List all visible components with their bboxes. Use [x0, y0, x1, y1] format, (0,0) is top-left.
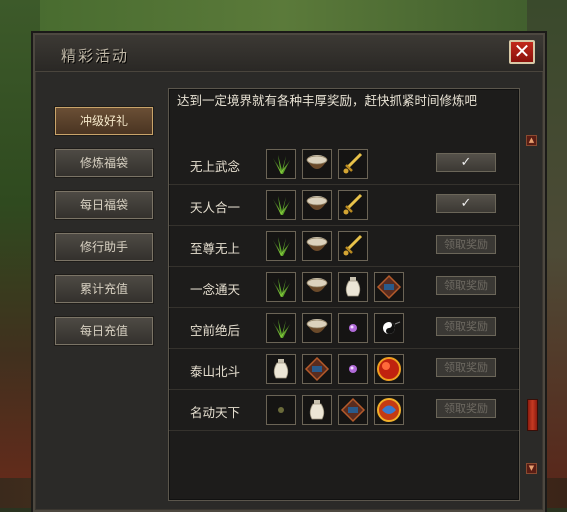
- scroll-down-arrow[interactable]: ▼: [526, 463, 537, 474]
- reward-row: 天人合一 ✓: [169, 185, 519, 226]
- claim-reward-button[interactable]: 领取奖励: [436, 235, 496, 254]
- red-orb-icon[interactable]: [374, 354, 404, 384]
- reward-row-label: 空前绝后: [190, 323, 241, 338]
- sidebar-item-daily-recharge[interactable]: 每日充值: [55, 317, 153, 345]
- bowl-icon[interactable]: [302, 231, 332, 261]
- scrollbar[interactable]: ▲ ▼: [526, 135, 538, 475]
- pearl-icon[interactable]: [338, 313, 368, 343]
- bowl-icon[interactable]: [302, 313, 332, 343]
- grass-icon[interactable]: [266, 190, 296, 220]
- claimed-button[interactable]: ✓: [436, 194, 496, 213]
- sidebar-item-cumulative-recharge[interactable]: 累计充值: [55, 275, 153, 303]
- claimed-button[interactable]: ✓: [436, 153, 496, 172]
- reward-row: 至尊无上 领取奖励: [169, 226, 519, 267]
- sword-icon[interactable]: [338, 149, 368, 179]
- reward-row-label: 名动天下: [190, 405, 241, 420]
- reward-row-label: 至尊无上: [190, 241, 241, 256]
- window-titlebar[interactable]: 精彩活动 ✕: [35, 35, 543, 72]
- vase-icon[interactable]: [302, 395, 332, 425]
- bowl-icon[interactable]: [302, 190, 332, 220]
- claim-reward-button[interactable]: 领取奖励: [436, 358, 496, 377]
- reward-panel: 达到一定境界就有各种丰厚奖励，赶快抓紧时间修炼吧 无上武念 ✓ 天人合一 ✓ 至尊无上领…: [168, 88, 520, 501]
- reward-row: 一念通天 领取奖励: [169, 267, 519, 308]
- claim-reward-button[interactable]: 领取奖励: [436, 317, 496, 336]
- grass-icon[interactable]: [266, 149, 296, 179]
- sword-icon[interactable]: [338, 231, 368, 261]
- pearl-icon[interactable]: [338, 354, 368, 384]
- reward-row-label: 一念通天: [190, 282, 241, 297]
- bowl-icon[interactable]: [302, 272, 332, 302]
- scroll-up-arrow[interactable]: ▲: [526, 135, 537, 146]
- sidebar-item-cultivation-helper[interactable]: 修行助手: [55, 233, 153, 261]
- yinyang-icon[interactable]: [374, 313, 404, 343]
- activities-window: 精彩活动 ✕ 冲级好礼 修炼福袋 每日福袋 修行助手 累计充值 每日充值 达到一…: [33, 33, 545, 512]
- activity-sidebar: 冲级好礼 修炼福袋 每日福袋 修行助手 累计充值 每日充值: [55, 107, 153, 359]
- chest-icon[interactable]: [338, 395, 368, 425]
- sidebar-item-level-gift[interactable]: 冲级好礼: [55, 107, 153, 135]
- claim-reward-button[interactable]: 领取奖励: [436, 399, 496, 418]
- grass-icon[interactable]: [266, 231, 296, 261]
- claim-reward-button[interactable]: 领取奖励: [436, 276, 496, 295]
- vase-icon[interactable]: [266, 354, 296, 384]
- chest-icon[interactable]: [302, 354, 332, 384]
- reward-row: 空前绝后 领取奖励: [169, 308, 519, 349]
- sword-icon[interactable]: [338, 190, 368, 220]
- reward-row-label: 泰山北斗: [190, 364, 241, 379]
- reward-row: 名动天下 领取奖励: [169, 390, 519, 431]
- grass-icon[interactable]: [266, 313, 296, 343]
- dragon-orb-icon[interactable]: [374, 395, 404, 425]
- close-button[interactable]: ✕: [509, 40, 535, 64]
- sidebar-item-daily-bag[interactable]: 每日福袋: [55, 191, 153, 219]
- dark-orb-icon[interactable]: [266, 395, 296, 425]
- scroll-thumb[interactable]: [527, 399, 538, 431]
- chest-icon[interactable]: [374, 272, 404, 302]
- panel-description: 达到一定境界就有各种丰厚奖励，赶快抓紧时间修炼吧: [177, 93, 478, 108]
- window-title: 精彩活动: [61, 47, 130, 65]
- bowl-icon[interactable]: [302, 149, 332, 179]
- reward-row: 泰山北斗 领取奖励: [169, 349, 519, 390]
- reward-row-label: 天人合一: [190, 200, 241, 215]
- sidebar-item-cultivation-bag[interactable]: 修炼福袋: [55, 149, 153, 177]
- vase-icon[interactable]: [338, 272, 368, 302]
- reward-list: 无上武念 ✓ 天人合一 ✓ 至尊无上 领取奖励 一念通天 领取奖励 空前绝后 领取奖励 泰山北斗 领取…: [169, 144, 519, 431]
- reward-row-label: 无上武念: [190, 159, 241, 174]
- grass-icon[interactable]: [266, 272, 296, 302]
- reward-row: 无上武念 ✓: [169, 144, 519, 185]
